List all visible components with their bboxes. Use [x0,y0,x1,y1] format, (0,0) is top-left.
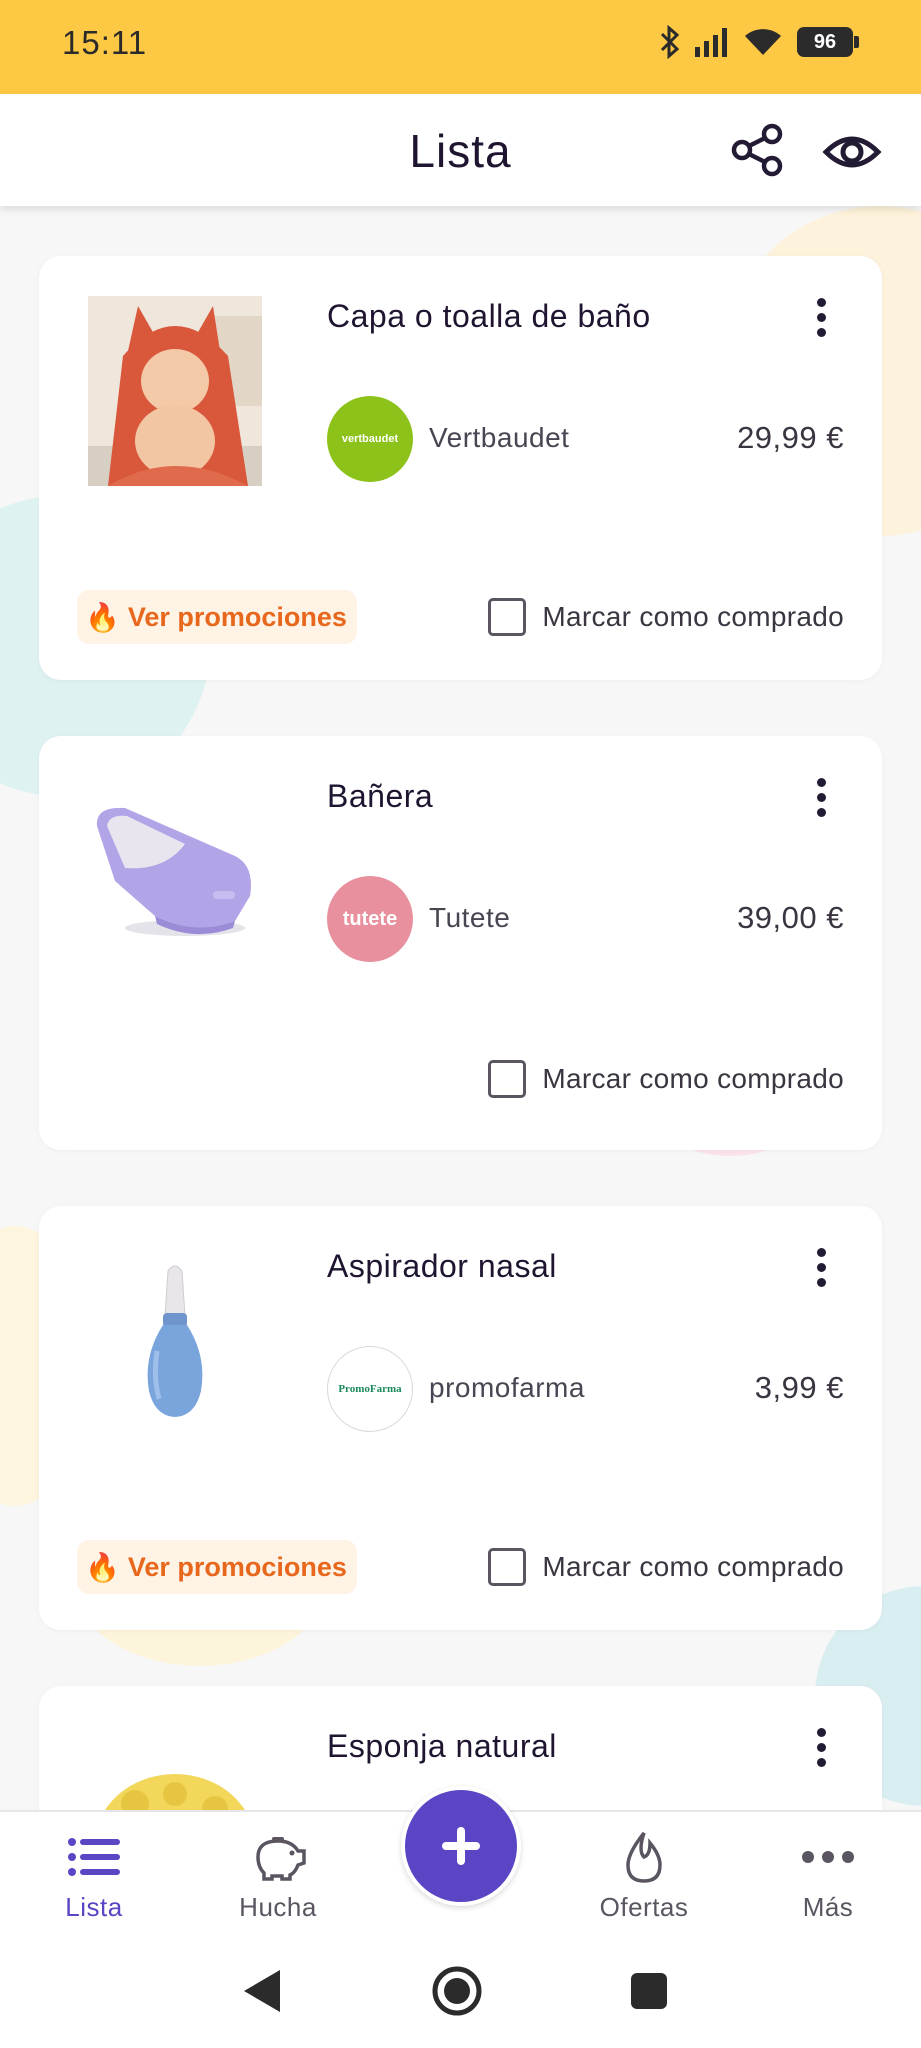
mark-as-bought-checkbox[interactable] [488,598,527,636]
see-promotions-button[interactable]: 🔥 Ver promociones [77,590,357,644]
nav-label: Ofertas [599,1892,689,1922]
share-icon[interactable] [730,122,786,178]
mark-as-bought[interactable]: Marcar como comprado [488,1060,844,1098]
see-promotions-label: Ver promociones [127,601,347,632]
bluetooth-icon [660,25,680,59]
store-name: promofarma [429,1372,585,1403]
nav-label: Más [802,1892,854,1922]
more-options-icon[interactable] [814,298,828,340]
nav-item-ofertas[interactable]: Ofertas [574,1830,714,1923]
item-name[interactable]: Capa o toalla de baño [327,298,651,335]
plus-icon [442,1827,480,1865]
fire-icon: 🔥 [85,1551,120,1583]
status-time: 15:11 [62,24,148,61]
item-name[interactable]: Aspirador nasal [327,1248,557,1285]
mark-as-bought-label: Marcar como comprado [542,1551,844,1582]
wifi-icon [745,29,781,55]
see-promotions-label: Ver promociones [127,1551,347,1582]
list-icon [24,1830,164,1884]
see-promotions-button[interactable]: 🔥 Ver promociones [77,1540,357,1594]
mark-as-bought-label: Marcar como comprado [542,601,844,632]
nav-item-lista[interactable]: Lista [24,1830,164,1923]
status-bar: 15:11 96 [0,0,921,94]
item-price: 3,99 € [754,1370,844,1405]
nav-label: Lista [65,1892,123,1922]
more-options-icon[interactable] [814,1248,828,1290]
eye-icon[interactable] [822,124,882,180]
item-price: 39,00 € [737,900,844,935]
store-logo: vertbaudet [327,396,413,482]
nav-item-mas[interactable]: Más [758,1830,898,1923]
store-logo-text: PromoFarma [338,1383,402,1395]
fire-icon: 🔥 [85,601,120,633]
item-price: 29,99 € [737,420,844,455]
app-bar: Lista [0,94,921,206]
mark-as-bought[interactable]: Marcar como comprado [488,598,844,636]
more-icon [758,1830,898,1884]
product-image[interactable] [85,1244,265,1438]
wishlist[interactable]: Capa o toalla de baño vertbaudet Vertbau… [0,206,921,1810]
wishlist-item-card[interactable]: Aspirador nasal PromoFarma promofarma 3,… [39,1206,882,1630]
store-name: Vertbaudet [429,422,570,453]
flame-icon [574,1830,714,1884]
recents-icon[interactable] [622,1964,676,2018]
store-logo: PromoFarma [327,1346,413,1432]
product-image[interactable] [85,294,265,488]
back-icon[interactable] [236,1964,290,2018]
system-navigation-bar [0,1934,921,2048]
piggy-bank-icon [208,1830,348,1884]
battery-icon: 96 [797,27,859,57]
mark-as-bought-label: Marcar como comprado [542,1063,844,1094]
wishlist-item-card[interactable]: Bañera tutete Tutete 39,00 € Marcar como… [39,736,882,1150]
product-image[interactable] [85,1724,265,1810]
status-icons: 96 [659,22,859,62]
item-name[interactable]: Esponja natural [327,1728,557,1765]
home-icon[interactable] [430,1964,484,2018]
mark-as-bought-checkbox[interactable] [488,1548,527,1586]
store-logo-text: vertbaudet [341,433,399,445]
more-options-icon[interactable] [814,778,828,820]
store-logo: tutete [327,876,413,962]
more-options-icon[interactable] [814,1728,828,1770]
store-name: Tutete [429,902,511,933]
nav-label: Hucha [239,1892,317,1922]
add-item-button[interactable] [401,1786,521,1906]
signal-icon [695,28,727,57]
nav-item-hucha[interactable]: Hucha [208,1830,348,1923]
product-image[interactable] [85,774,265,968]
wishlist-item-card[interactable]: Capa o toalla de baño vertbaudet Vertbau… [39,256,882,680]
item-name[interactable]: Bañera [327,778,433,815]
mark-as-bought[interactable]: Marcar como comprado [488,1548,844,1586]
mark-as-bought-checkbox[interactable] [488,1060,527,1098]
store-logo-text: tutete [342,907,398,930]
